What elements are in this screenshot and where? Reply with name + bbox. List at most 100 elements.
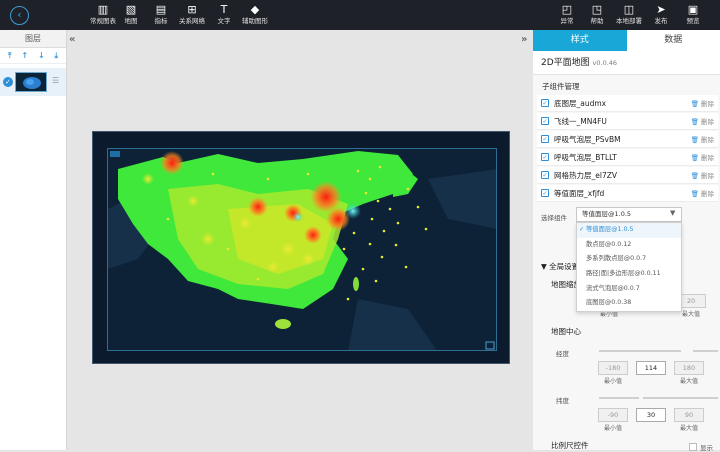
map-icon: ▧ [120, 2, 142, 16]
checkbox[interactable]: ✓ [541, 99, 549, 107]
latitude-slider-track[interactable] [643, 397, 718, 399]
delete-button[interactable]: 🗑删除 [691, 170, 714, 180]
sub-component-row[interactable]: ✓ 底图层_audmx 🗑删除 [537, 95, 718, 112]
move-down-icon[interactable]: ↓ [38, 51, 45, 60]
help-icon: ◳ [588, 2, 606, 16]
trash-icon: 🗑 [691, 136, 699, 144]
move-up-icon[interactable]: ↑ [21, 51, 28, 60]
latitude-min-input[interactable]: -90 [598, 408, 628, 422]
tool-preview[interactable]: ▣ 预览 [684, 2, 702, 28]
dropdown-option[interactable]: 底图层@0.0.38 [577, 296, 681, 311]
map-widget[interactable] [107, 148, 497, 351]
sub-components-title: 子组件管理 [542, 81, 580, 92]
text-icon: T [213, 2, 235, 16]
tab-style[interactable]: 样式 [533, 30, 627, 51]
bar-chart-icon: ▥ [88, 2, 118, 16]
tool-help[interactable]: ◳ 帮助 [588, 2, 606, 28]
properties-panel: 样式 数据 2D平面地图 v0.0.46 子组件管理 ✓ 底图层_audmx 🗑… [533, 30, 720, 450]
delete-button[interactable]: 🗑删除 [691, 116, 714, 126]
checkbox[interactable]: ✓ [541, 153, 549, 161]
tool-alert[interactable]: ◰ 异常 [558, 2, 576, 28]
trash-icon: 🗑 [691, 154, 699, 162]
component-select[interactable]: 等值面层@1.0.5 [576, 207, 682, 222]
latitude-input[interactable]: 30 [636, 408, 666, 422]
checkbox[interactable]: ✓ [541, 117, 549, 125]
latitude-slider[interactable] [599, 397, 639, 399]
dropdown-option[interactable]: 路径|面|多边形层@0.0.11 [577, 267, 681, 282]
checkbox[interactable]: ✓ [541, 135, 549, 143]
layer-item[interactable]: ✓ ☰ [0, 68, 66, 96]
sub-component-name: 网格热力层_el7ZV [554, 170, 617, 181]
layer-menu-icon[interactable]: ☰ [52, 76, 59, 85]
max-caption: 最大值 [671, 423, 707, 432]
dropdown-option[interactable]: 多系列散点层@0.0.7 [577, 252, 681, 267]
global-settings-header[interactable]: ▼ 全局设置 [541, 261, 579, 272]
min-caption: 最小值 [595, 423, 631, 432]
top-toolbar: ‹ ▥ 常规图表 ▧ 地图 ▤ 指标 ⊞ 关系网络 T 文字 ◆ 辅助图形 ◰ … [0, 0, 720, 30]
deploy-icon: ◫ [614, 2, 644, 16]
sub-component-row[interactable]: ✓ 网格热力层_el7ZV 🗑删除 [537, 167, 718, 184]
checkbox[interactable]: ✓ [541, 189, 549, 197]
map-center-label: 地图中心 [551, 326, 581, 337]
network-icon: ⊞ [177, 2, 207, 16]
select-component-label: 选择组件 [541, 212, 567, 222]
back-arrow-icon[interactable]: ‹ [10, 6, 29, 25]
tool-publish[interactable]: ➤ 发布 [652, 2, 670, 28]
selected-check-icon: ✓ [3, 77, 13, 87]
tool-text[interactable]: T 文字 [213, 2, 235, 28]
trash-icon: 🗑 [691, 100, 699, 108]
tool-regular-chart[interactable]: ▥ 常规图表 [88, 2, 118, 28]
longitude-input[interactable]: 114 [636, 361, 666, 375]
checkbox[interactable]: ✓ [541, 171, 549, 179]
delete-button[interactable]: 🗑删除 [691, 134, 714, 144]
preview-icon: ▣ [684, 2, 702, 16]
delete-button[interactable]: 🗑删除 [691, 152, 714, 162]
tool-deploy[interactable]: ◫ 本地部署 [614, 2, 644, 28]
sub-component-row[interactable]: ✓ 呼吸气泡层_PSvBM 🗑删除 [537, 131, 718, 148]
delete-button[interactable]: 🗑删除 [691, 98, 714, 108]
move-top-icon[interactable]: ⤒ [8, 51, 12, 61]
tab-data[interactable]: 数据 [627, 30, 720, 51]
sub-component-name: 呼吸气泡层_PSvBM [554, 134, 621, 145]
indicator-icon: ▤ [150, 2, 172, 16]
dropdown-option[interactable]: 流式气泡层@0.0.7 [577, 282, 681, 297]
tool-shapes[interactable]: ◆ 辅助图形 [240, 2, 270, 28]
collapse-left-icon[interactable]: « [69, 34, 75, 45]
longitude-slider[interactable] [599, 350, 681, 352]
longitude-slider-track[interactable] [693, 350, 718, 352]
longitude-min-input[interactable]: -180 [598, 361, 628, 375]
component-dropdown: 等值面层@1.0.5 散点层@0.0.12 多系列散点层@0.0.7 路径|面|… [576, 222, 682, 312]
shapes-icon: ◆ [240, 2, 270, 16]
sub-component-name: 飞线一_MN4FU [554, 116, 607, 127]
chevron-down-icon[interactable]: ▼ [670, 209, 675, 217]
map-stage[interactable] [92, 131, 510, 364]
layer-thumbnail [15, 72, 47, 92]
sub-component-row[interactable]: ✓ 呼吸气泡层_BTLLT 🗑删除 [537, 149, 718, 166]
delete-button[interactable]: 🗑删除 [691, 188, 714, 198]
trash-icon: 🗑 [691, 190, 699, 198]
component-name: 2D平面地图 [541, 58, 590, 68]
min-caption: 最小值 [595, 376, 631, 385]
china-map [108, 149, 497, 351]
tool-map[interactable]: ▧ 地图 [120, 2, 142, 28]
tool-indicator[interactable]: ▤ 指标 [150, 2, 172, 28]
publish-icon: ➤ [652, 2, 670, 16]
move-bottom-icon[interactable]: ⤓ [55, 51, 59, 61]
longitude-max-input[interactable]: 180 [674, 361, 704, 375]
sub-component-name: 呼吸气泡层_BTLLT [554, 152, 617, 163]
sub-component-row[interactable]: ✓ 飞线一_MN4FU 🗑删除 [537, 113, 718, 130]
sub-component-row[interactable]: ✓ 等值面层_xfjfd 🗑删除 [537, 185, 718, 202]
collapse-right-icon[interactable]: » [521, 34, 527, 45]
tool-network[interactable]: ⊞ 关系网络 [177, 2, 207, 28]
latitude-max-input[interactable]: 90 [674, 408, 704, 422]
sub-component-name: 底图层_audmx [554, 98, 606, 109]
panel-tabs: 样式 数据 [533, 30, 720, 51]
longitude-label: 经度 [556, 348, 569, 358]
latitude-label: 纬度 [556, 395, 569, 405]
layer-panel-title: 图层 [0, 30, 66, 48]
dropdown-option[interactable]: 等值面层@1.0.5 [577, 223, 681, 238]
sub-component-name: 等值面层_xfjfd [554, 188, 604, 199]
trash-icon: 🗑 [691, 118, 699, 126]
dropdown-option[interactable]: 散点层@0.0.12 [577, 238, 681, 253]
max-caption: 最大值 [671, 376, 707, 385]
